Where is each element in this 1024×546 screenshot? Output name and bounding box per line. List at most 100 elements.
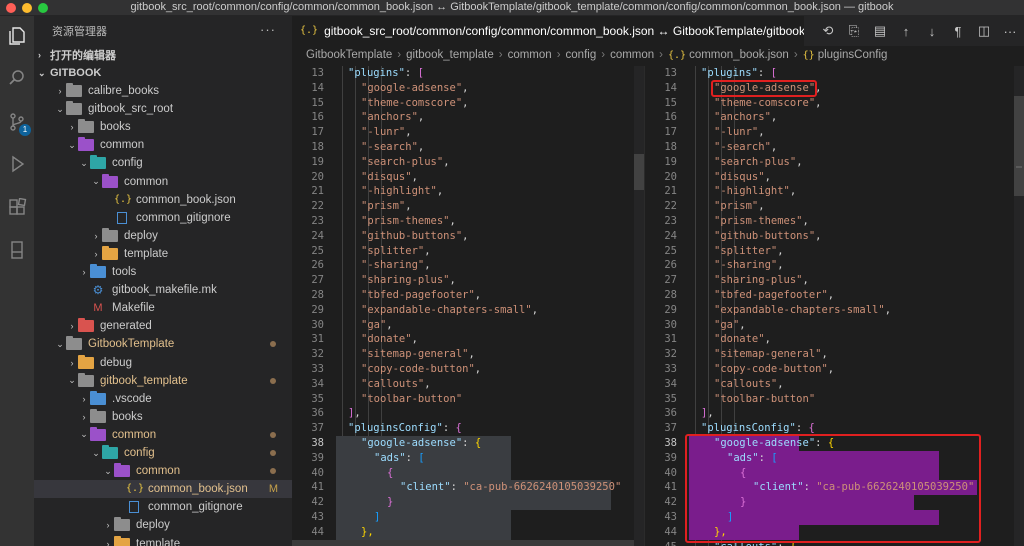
open-file-icon[interactable]: ⎘ — [846, 23, 862, 39]
history-icon[interactable]: ⟲ — [820, 23, 836, 39]
tree-item[interactable]: common_gitignore — [34, 209, 292, 227]
code-line[interactable]: 17 "-lunr", — [645, 125, 1024, 140]
code-line[interactable]: 26 "-sharing", — [645, 258, 1024, 273]
chevron-right-icon[interactable]: › — [90, 249, 102, 259]
code-line[interactable]: 33 "copy-code-button", — [292, 362, 644, 377]
tree-item[interactable]: › template — [34, 245, 292, 263]
tab-diff-common-book[interactable]: {.} gitbook_src_root/common/config/commo… — [292, 16, 804, 46]
tree-item[interactable]: ⚙ gitbook_makefile.mk — [34, 281, 292, 299]
chevron-right-icon[interactable]: › — [102, 539, 114, 546]
code-line[interactable]: 40 { — [292, 466, 644, 481]
tree-item[interactable]: {.} common_book.json M — [34, 480, 292, 499]
code-line[interactable]: 36], — [645, 406, 1024, 421]
code-line[interactable]: 29 "expandable-chapters-small", — [292, 303, 644, 318]
breadcrumb-item[interactable]: pluginsConfig — [818, 49, 888, 61]
code-line[interactable]: 35 "toolbar-button" — [645, 392, 1024, 407]
chevron-right-icon[interactable]: › — [66, 321, 78, 331]
code-line[interactable]: 16 "anchors", — [645, 110, 1024, 125]
code-line[interactable]: 34 "callouts", — [292, 377, 644, 392]
tree-item[interactable]: › debug — [34, 354, 292, 372]
code-line[interactable]: 25 "splitter", — [645, 244, 1024, 259]
vertical-scrollbar[interactable] — [634, 66, 644, 546]
tree-item[interactable]: common_gitignore — [34, 498, 292, 516]
chevron-down-icon[interactable]: ⌄ — [66, 375, 78, 386]
code-line[interactable]: 27 "sharing-plus", — [645, 273, 1024, 288]
workspace-section[interactable]: ⌄ GITBOOK — [34, 64, 101, 82]
code-line[interactable]: 29 "expandable-chapters-small", — [645, 303, 1024, 318]
tree-item[interactable]: ⌄ common — [34, 426, 292, 444]
chevron-down-icon[interactable]: ⌄ — [78, 429, 90, 440]
code-line[interactable]: 18 "-search", — [645, 140, 1024, 155]
tree-item[interactable]: M Makefile — [34, 299, 292, 317]
breadcrumb-item[interactable]: common — [610, 49, 654, 61]
code-line[interactable]: 22 "prism", — [292, 199, 644, 214]
code-line[interactable]: 17 "-lunr", — [292, 125, 644, 140]
code-line[interactable]: 21 "-highlight", — [645, 184, 1024, 199]
code-line[interactable]: 38 "google-adsense": { — [292, 436, 644, 451]
code-line[interactable]: 32 "sitemap-general", — [292, 347, 644, 362]
code-line[interactable]: 31 "donate", — [645, 332, 1024, 347]
code-line[interactable]: 35 "toolbar-button" — [292, 392, 644, 407]
code-line[interactable]: 32 "sitemap-general", — [645, 347, 1024, 362]
arrow-down-icon[interactable]: ↓ — [924, 24, 940, 39]
chevron-down-icon[interactable]: ⌄ — [90, 448, 102, 459]
chevron-down-icon[interactable]: ⌄ — [66, 140, 78, 151]
diff-editor-modified[interactable]: 13 "plugins": [14 "google-adsense", 15 "them… — [644, 66, 1024, 546]
tree-item[interactable]: ⌄ common — [34, 173, 292, 191]
tree-item[interactable]: › tools — [34, 263, 292, 281]
source-control-icon[interactable]: 1 — [5, 110, 31, 136]
horizontal-scrollbar[interactable] — [292, 540, 634, 546]
tree-item[interactable]: › template — [34, 535, 292, 546]
extensions-icon[interactable] — [5, 196, 29, 220]
code-line[interactable]: 41 "client": "ca-pub-6626240105039250" — [292, 480, 644, 495]
tree-item[interactable]: › .vscode — [34, 390, 292, 408]
code-line[interactable]: 33 "copy-code-button", — [645, 362, 1024, 377]
open-editors-section[interactable]: › 打开的编辑器 — [34, 46, 116, 64]
chevron-right-icon[interactable]: › — [90, 231, 102, 241]
code-line[interactable]: 28 "tbfed-pagefooter", — [292, 288, 644, 303]
code-line[interactable]: 14 "google-adsense", — [645, 81, 1024, 96]
tree-item[interactable]: ⌄ GitbookTemplate — [34, 335, 292, 353]
scrollbar-thumb[interactable] — [1014, 96, 1024, 196]
run-debug-icon[interactable] — [5, 152, 29, 176]
code-line[interactable]: 13 "plugins": [ — [292, 66, 644, 81]
diff-editor-original[interactable]: 13 "plugins": [14 "google-adsense", 15 "them… — [292, 66, 644, 546]
breadcrumb-item[interactable]: common — [508, 49, 552, 61]
tree-item[interactable]: ⌄ gitbook_src_root — [34, 100, 292, 118]
code-line[interactable]: 24 "github-buttons", — [292, 229, 644, 244]
chevron-right-icon[interactable]: › — [78, 267, 90, 277]
breadcrumb-item[interactable]: common_book.json — [689, 49, 789, 61]
code-line[interactable]: 19 "search-plus", — [292, 155, 644, 170]
more-icon[interactable]: ··· — [1002, 24, 1018, 39]
code-line[interactable]: 31 "donate", — [292, 332, 644, 347]
chevron-down-icon[interactable]: ⌄ — [102, 466, 114, 477]
code-line[interactable]: 21 "-highlight", — [292, 184, 644, 199]
code-line[interactable]: 19 "search-plus", — [645, 155, 1024, 170]
book-panel-icon[interactable] — [5, 238, 29, 262]
chevron-down-icon[interactable]: ⌄ — [54, 339, 66, 350]
code-line[interactable]: 16 "anchors", — [292, 110, 644, 125]
code-line[interactable]: 34 "callouts", — [645, 377, 1024, 392]
chevron-right-icon[interactable]: › — [78, 412, 90, 422]
tree-item[interactable]: › deploy — [34, 516, 292, 534]
code-line[interactable]: 22 "prism", — [645, 199, 1024, 214]
code-line[interactable]: 14 "google-adsense", — [292, 81, 644, 96]
tree-item[interactable]: › calibre_books — [34, 82, 292, 100]
chevron-right-icon[interactable]: › — [78, 394, 90, 404]
tree-item[interactable]: › books — [34, 408, 292, 426]
tree-item[interactable]: ⌄ common — [34, 136, 292, 154]
code-line[interactable]: 39 "ads": [ — [292, 451, 644, 466]
search-icon[interactable] — [5, 66, 29, 90]
chevron-right-icon[interactable]: › — [66, 122, 78, 132]
pilcrow-icon[interactable]: ¶ — [950, 24, 966, 39]
split-editor-icon[interactable]: ◫ — [976, 23, 992, 39]
chevron-right-icon[interactable]: › — [54, 86, 66, 96]
code-line[interactable]: 15 "theme-comscore", — [645, 96, 1024, 111]
code-line[interactable]: 44}, — [292, 525, 644, 540]
code-line[interactable]: 18 "-search", — [292, 140, 644, 155]
tree-item[interactable]: {.} common_book.json — [34, 191, 292, 209]
code-line[interactable]: 28 "tbfed-pagefooter", — [645, 288, 1024, 303]
code-line[interactable]: 42} — [292, 495, 644, 510]
tree-item[interactable]: ⌄ config — [34, 154, 292, 172]
code-line[interactable]: 36], — [292, 406, 644, 421]
